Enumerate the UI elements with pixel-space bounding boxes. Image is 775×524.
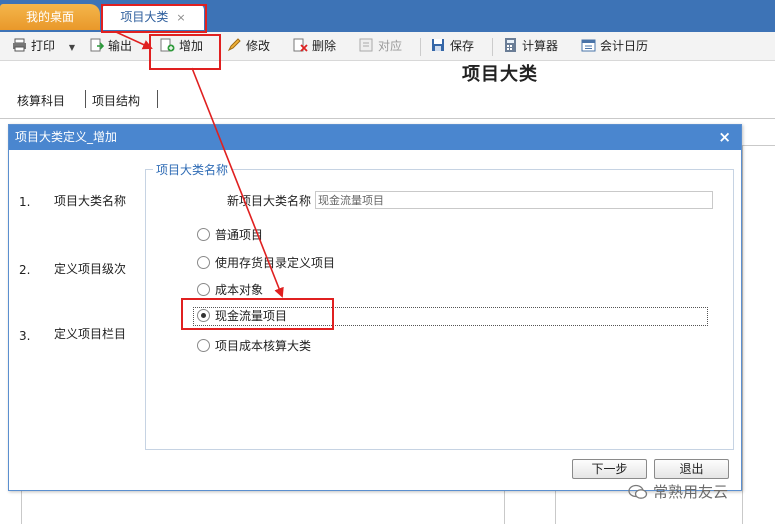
arrow-to-cash-flow-option xyxy=(191,67,284,298)
annotation-arrows xyxy=(115,31,284,298)
watermark-text: 常熟用友云 xyxy=(653,483,729,501)
wechat-icon xyxy=(628,484,648,499)
arrow-to-add-button xyxy=(115,31,153,50)
watermark: 常熟用友云 xyxy=(628,481,728,502)
